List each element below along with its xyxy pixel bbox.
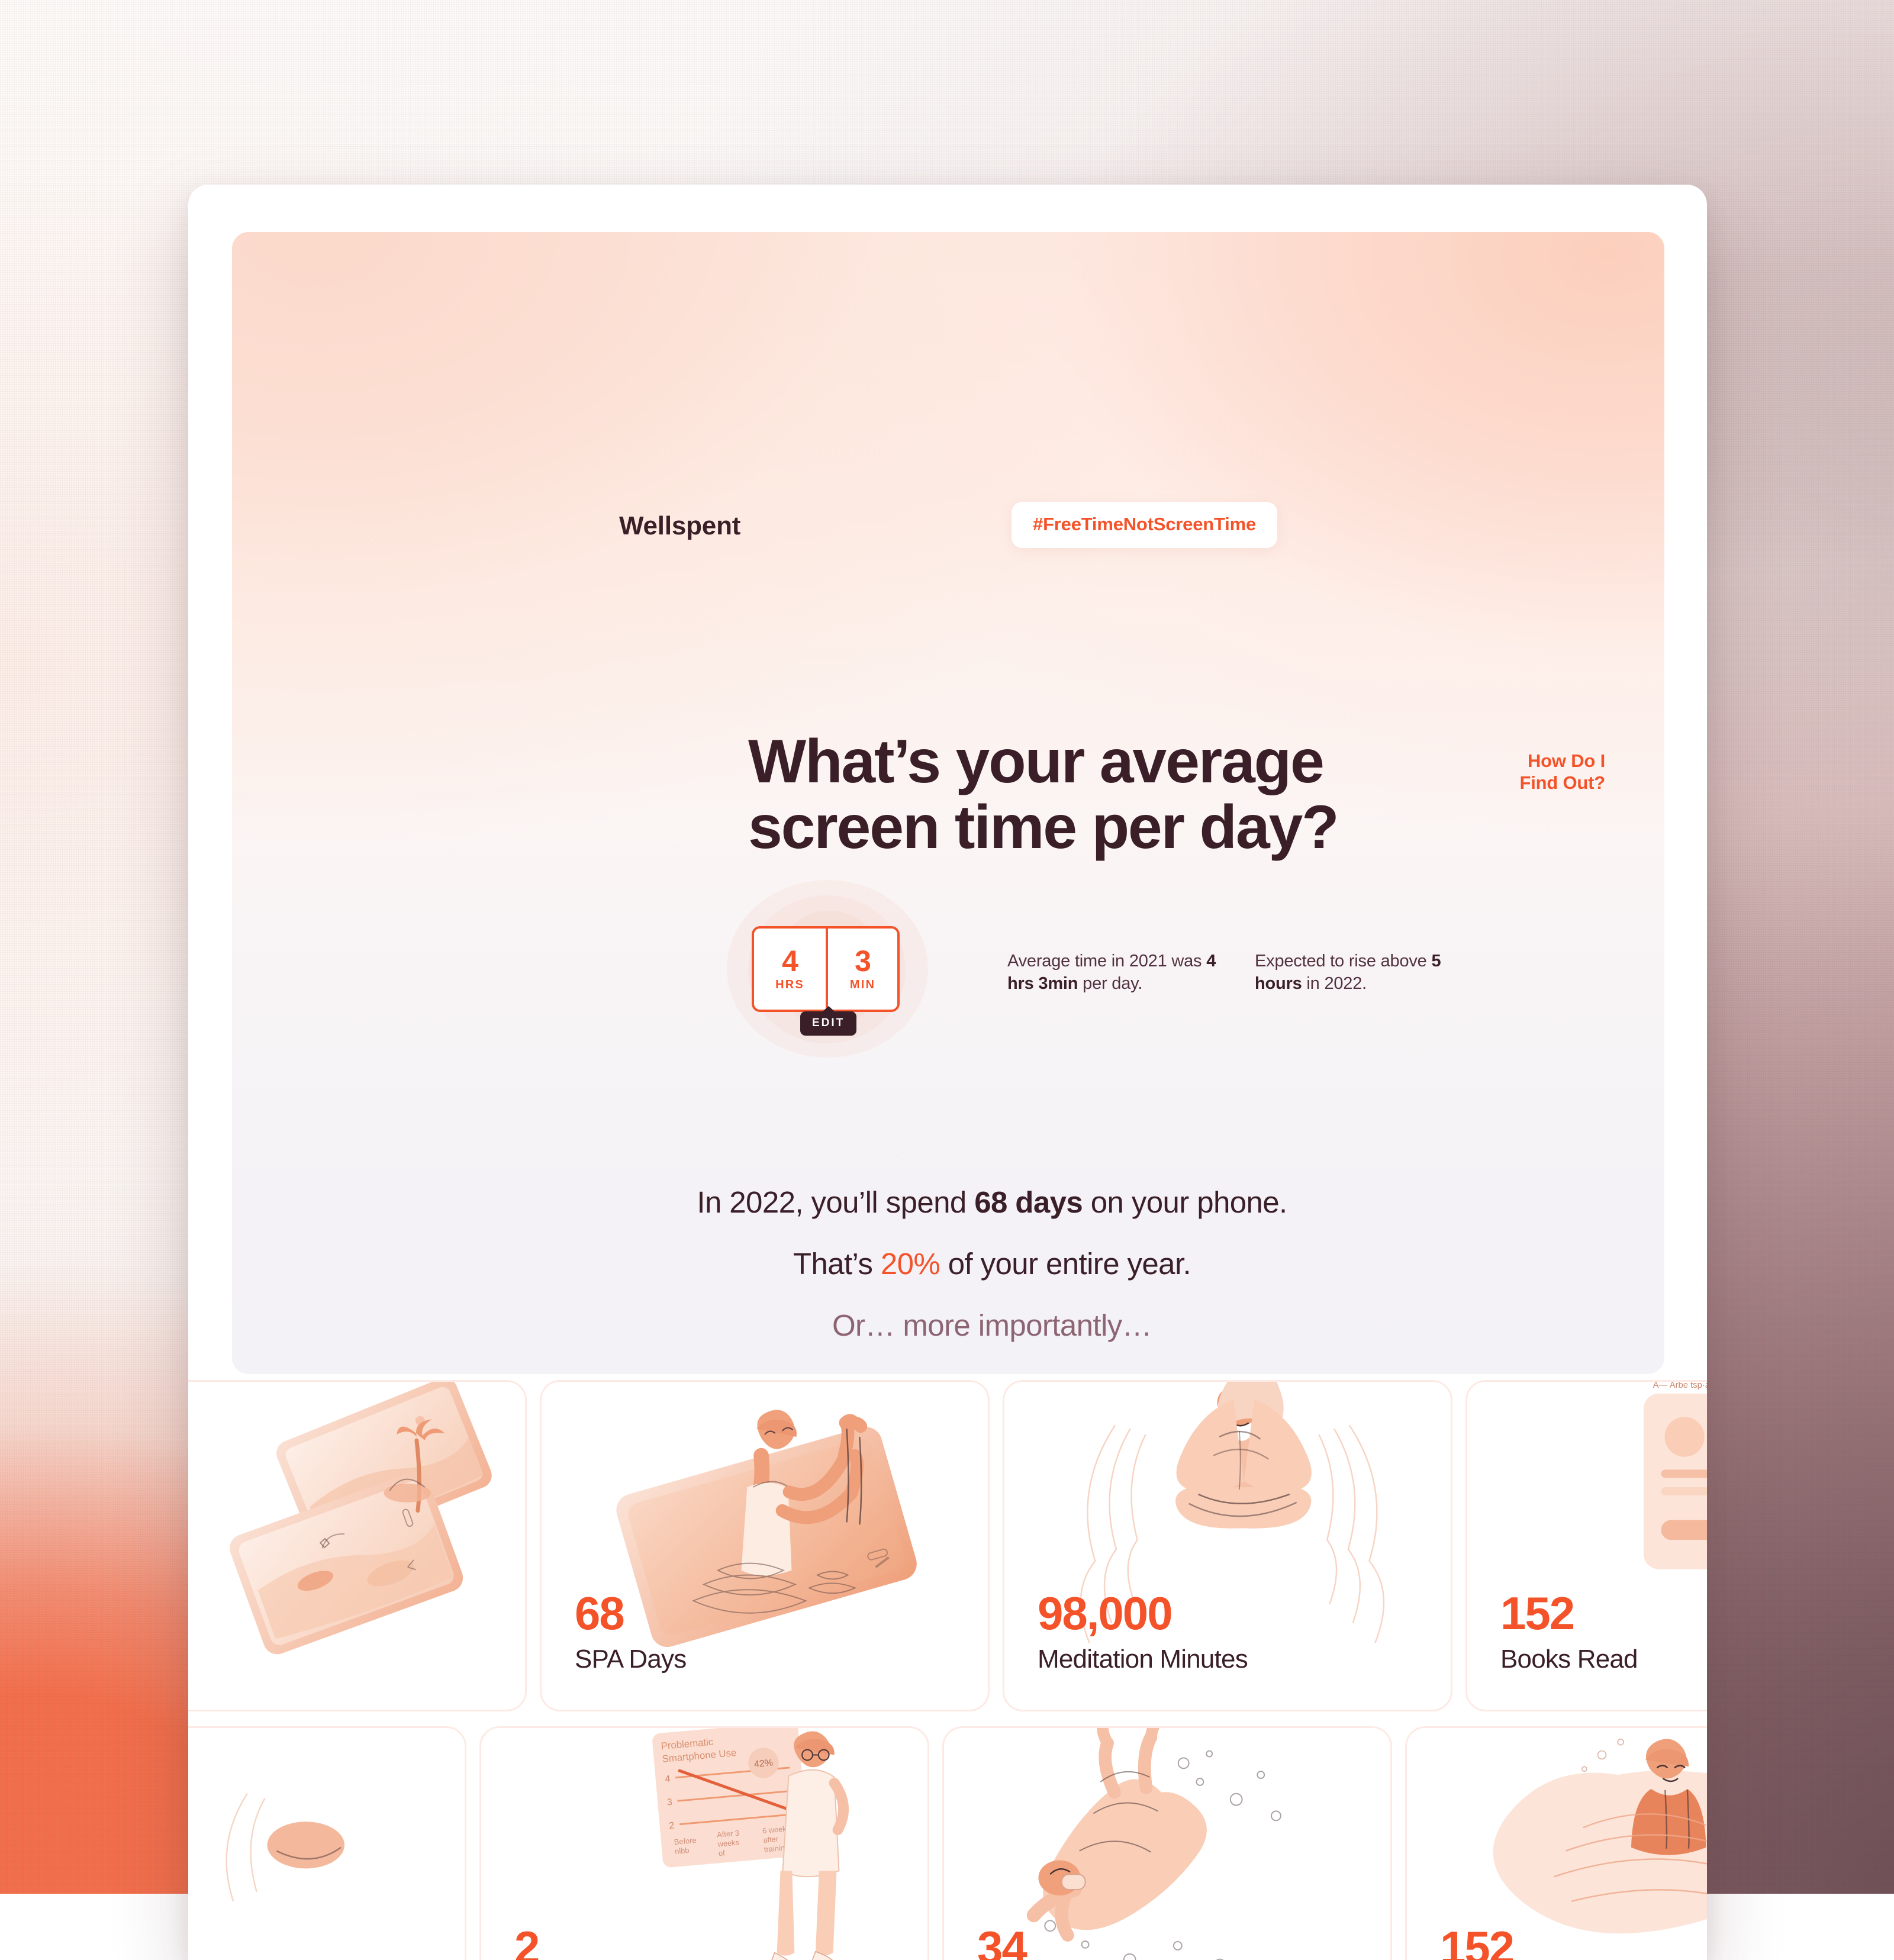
svg-text:6 weeks: 6 weeks <box>762 1824 790 1835</box>
hours-stepper[interactable]: 4 HRS <box>754 929 826 1010</box>
minutes-unit-label: MIN <box>850 978 875 992</box>
stat-card-meditation[interactable]: 98,000 Meditation Minutes <box>1003 1380 1452 1711</box>
app-window: Wellspent #FreeTimeNotScreenTime What’s … <box>188 185 1707 1960</box>
statement-transition: Or… more importantly… <box>276 1308 1664 1343</box>
svg-text:2: 2 <box>669 1820 675 1831</box>
stat-card-books-read-bottom[interactable]: 152 Books Read <box>1405 1726 1707 1960</box>
svg-text:nlbb: nlbb <box>675 1846 690 1856</box>
svg-text:3: 3 <box>666 1797 672 1808</box>
stmt-1-post: on your phone. <box>1083 1185 1287 1219</box>
stmt-2-post: of your entire year. <box>940 1247 1191 1281</box>
beach-phone-illustration <box>188 1382 525 1710</box>
statement-percent: That’s 20% of your entire year. <box>276 1246 1664 1281</box>
stat-card-scuba-text: 34 Scuba Diving Lessons <box>977 1924 1225 1960</box>
svg-text:of: of <box>718 1848 725 1858</box>
hashtag-badge[interactable]: #FreeTimeNotScreenTime <box>1012 502 1277 548</box>
svg-text:after: after <box>763 1835 779 1845</box>
svg-text:42%: 42% <box>754 1758 774 1769</box>
svg-text:After 3: After 3 <box>717 1829 740 1839</box>
stat-card-online-courses-value: 2 <box>514 1924 687 1960</box>
meditation-illustration-partial <box>188 1728 465 1960</box>
svg-text:weeks: weeks <box>717 1838 740 1848</box>
hours-value: 4 <box>782 946 798 976</box>
minutes-value: 3 <box>855 946 871 976</box>
svg-text:training: training <box>764 1843 789 1854</box>
svg-text:A— Arbe tsp·atz: A— Arbe tsp·atz <box>1653 1382 1707 1390</box>
stat-card-books-read-top-value: 152 <box>1500 1590 1638 1636</box>
stat-card-row-2: Problematic Smartphone Use 4 3 2 42% <box>188 1726 1707 1960</box>
stmt-2-accent: 20% <box>881 1247 940 1281</box>
stat-card-spa-days-text: 68 SPA Days <box>575 1590 686 1673</box>
statement-days: In 2022, you’ll spend 68 days on your ph… <box>276 1185 1664 1220</box>
stat-card-online-courses-text: 2 Online Courses <box>514 1924 687 1960</box>
fact-1-tail: per day. <box>1078 974 1142 993</box>
stat-card-online-courses[interactable]: Problematic Smartphone Use 4 3 2 42% <box>479 1726 929 1960</box>
stat-card-meditation-label: Meditation Minutes <box>1038 1646 1248 1673</box>
hours-unit-label: HRS <box>775 978 804 992</box>
stat-card-meditation-value: 98,000 <box>1038 1590 1248 1636</box>
svg-text:4: 4 <box>665 1774 671 1785</box>
stmt-2-pre: That’s <box>793 1247 881 1281</box>
stat-card-books-read-bottom-text: 152 Books Read <box>1440 1924 1577 1960</box>
screen-time-widget: 4 HRS 3 MIN EDIT <box>727 880 928 1058</box>
stmt-1-pre: In 2022, you’ll spend <box>697 1185 974 1219</box>
stat-card-spa-days-value: 68 <box>575 1590 686 1636</box>
stat-card-books-read-top-text: 152 Books Read <box>1500 1590 1638 1673</box>
brand-logo[interactable]: Wellspent <box>619 511 740 541</box>
minutes-stepper[interactable]: 3 MIN <box>826 929 897 1010</box>
svg-text:Problematic: Problematic <box>661 1736 714 1752</box>
fact-2-lead: Expected to rise above <box>1255 952 1431 971</box>
fact-2022: Expected to rise above 5 hours in 2022. <box>1255 950 1480 995</box>
stat-card-scuba[interactable]: 34 Scuba Diving Lessons <box>942 1726 1392 1960</box>
stmt-1-bold: 68 days <box>974 1185 1083 1219</box>
stat-card-books-read-top-label: Books Read <box>1500 1646 1638 1673</box>
stat-card-row-1: …ys <box>188 1380 1707 1711</box>
stat-card-books-read-top[interactable]: A— Arbe tsp·atz <box>1465 1380 1707 1711</box>
stat-card-spa-days-label: SPA Days <box>575 1646 686 1673</box>
svg-text:Smartphone Use: Smartphone Use <box>662 1747 737 1765</box>
stat-card-spa-days[interactable]: 68 SPA Days <box>540 1380 990 1711</box>
stat-card-beach[interactable]: …ys <box>188 1380 527 1711</box>
time-input-group: 4 HRS 3 MIN <box>752 926 900 1012</box>
fact-2-tail: in 2022. <box>1302 974 1367 993</box>
stat-card-books-read-bottom-value: 152 <box>1440 1924 1577 1960</box>
fact-2021: Average time in 2021 was 4 hrs 3min per … <box>1007 950 1232 995</box>
stat-card-row2-partial-left[interactable] <box>188 1726 466 1960</box>
page-title: What’s your average screen time per day? <box>748 729 1338 861</box>
hero-panel: Wellspent #FreeTimeNotScreenTime What’s … <box>232 232 1664 1374</box>
svg-text:Before: Before <box>674 1836 697 1846</box>
edit-button[interactable]: EDIT <box>800 1011 856 1036</box>
stat-card-scuba-value: 34 <box>977 1924 1225 1960</box>
how-do-i-find-out-link[interactable]: How Do I Find Out? <box>1469 750 1605 794</box>
fact-1-lead: Average time in 2021 was <box>1007 952 1206 971</box>
stat-card-meditation-text: 98,000 Meditation Minutes <box>1038 1590 1248 1673</box>
